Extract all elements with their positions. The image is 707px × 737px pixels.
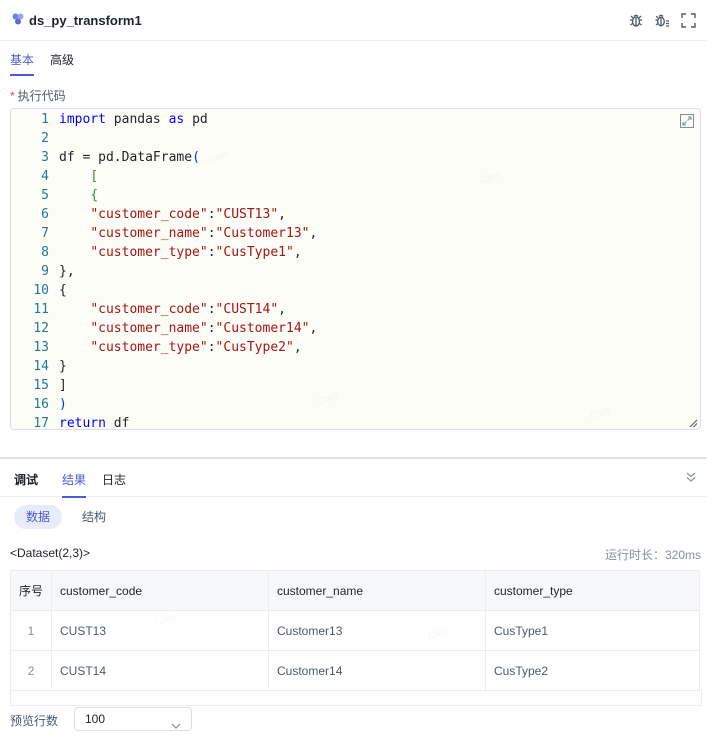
code-text: "customer_code":"CUST14", [90, 302, 286, 317]
line-number: 1 [41, 112, 49, 127]
bug-settings-icon[interactable] [653, 11, 671, 29]
line-number: 16 [33, 397, 49, 412]
code-text: import pandas as pd [59, 112, 208, 127]
preview-rows-value: 100 [85, 712, 106, 726]
row-index: 2 [10, 650, 52, 691]
line-number: 17 [33, 416, 49, 430]
code-text: "customer_name":"Customer14", [90, 321, 318, 336]
line-number: 12 [33, 321, 49, 336]
sub-tab-structure[interactable]: 结构 [70, 505, 118, 529]
title-wrap: ds_py_transform1 [11, 12, 142, 29]
line-number: 6 [41, 207, 49, 222]
code-text: }, [59, 264, 75, 279]
line-number: 9 [41, 264, 49, 279]
column-header-customer-name: customer_name [268, 570, 486, 611]
line-number: 8 [41, 245, 49, 260]
node-title: ds_py_transform1 [29, 13, 142, 28]
cell-customer-type: CusType2 [485, 650, 700, 691]
result-sub-tabs: 数据 结构 [14, 505, 118, 529]
code-label-text: 执行代码 [17, 89, 66, 103]
debug-tabs: 结果 日志 [62, 471, 126, 498]
expand-editor-icon[interactable] [679, 113, 695, 129]
sub-tab-data[interactable]: 数据 [14, 505, 63, 529]
row-index: 1 [10, 610, 52, 651]
required-mark: * [10, 89, 15, 103]
preview-rows-select[interactable]: 100 [74, 707, 192, 731]
debug-bar: 调试 结果 日志 [0, 459, 707, 498]
chevron-down-icon [171, 715, 181, 729]
cell-customer-name: Customer13 [268, 610, 486, 651]
line-number: 10 [33, 283, 49, 298]
line-number: 14 [33, 359, 49, 374]
code-text: "customer_code":"CUST13", [90, 207, 286, 222]
dataset-label: <Dataset(2,3)> [10, 546, 91, 560]
table-header-row: 序号 customer_code customer_name customer_… [10, 570, 700, 611]
line-number: 15 [33, 378, 49, 393]
table-row: 2 CUST14 Customer14 CusType2 [10, 650, 700, 691]
code-text: return df [59, 416, 130, 430]
nodes-icon [11, 12, 25, 29]
tab-basic[interactable]: 基本 [10, 51, 35, 76]
line-number: 3 [41, 150, 49, 165]
collapse-icon[interactable] [685, 471, 697, 483]
fullscreen-icon[interactable] [679, 11, 697, 29]
line-number: 4 [41, 169, 49, 184]
code-text: [ [90, 169, 99, 184]
preview-rows-label: 预览行数 [10, 714, 59, 728]
code-text: ) [59, 397, 67, 412]
cell-customer-code: CUST14 [51, 650, 269, 691]
code-text: { [59, 283, 67, 298]
code-editor[interactable]: 1 import pandas as pd 2 3 df = pd.DataFrame(… [10, 108, 701, 430]
cell-customer-type: CusType1 [485, 610, 700, 651]
bug-icon[interactable] [627, 11, 645, 29]
column-header-customer-type: customer_type [485, 570, 700, 611]
cell-customer-code: CUST13 [51, 610, 269, 651]
column-header-index: 序号 [10, 570, 52, 611]
result-table: 序号 customer_code customer_name customer_… [10, 570, 700, 691]
column-header-customer-code: customer_code [51, 570, 269, 611]
runtime-label: 运行时长：320ms [604, 548, 701, 562]
code-text: } [59, 359, 67, 374]
debug-label: 调试 [14, 473, 39, 487]
line-number: 11 [33, 302, 49, 317]
code-text: "customer_type":"CusType1", [90, 245, 302, 260]
header-actions [627, 11, 697, 29]
code-text: "customer_name":"Customer13", [90, 226, 318, 241]
code-text: ] [59, 378, 67, 393]
code-text: "customer_type":"CusType2", [90, 340, 302, 355]
code-text: df = pd.DataFrame( [59, 150, 200, 165]
line-number: 2 [41, 131, 49, 146]
node-header: ds_py_transform1 [0, 0, 707, 41]
code-text: { [90, 188, 99, 203]
line-number: 7 [41, 226, 49, 241]
tab-advanced[interactable]: 高级 [50, 51, 74, 76]
code-field-label: * 执行代码 [10, 87, 66, 104]
tab-result[interactable]: 结果 [62, 471, 87, 498]
table-scroll-area [10, 689, 702, 706]
cell-customer-name: Customer14 [268, 650, 486, 691]
line-number: 13 [33, 340, 49, 355]
tab-log[interactable]: 日志 [102, 471, 126, 498]
resize-handle-icon[interactable] [688, 417, 698, 428]
config-tabs: 基本 高级 [10, 51, 74, 76]
line-number: 5 [41, 188, 49, 203]
table-row: 1 CUST13 Customer13 CusType1 [10, 610, 700, 651]
